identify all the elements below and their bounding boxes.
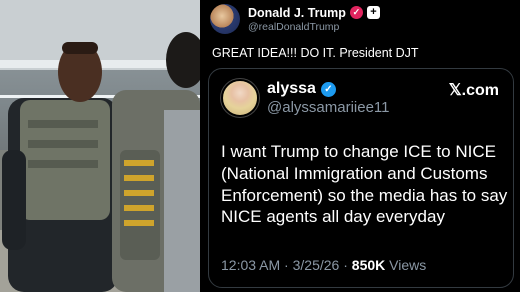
separator: · bbox=[284, 257, 289, 273]
video-frame-photo bbox=[0, 0, 200, 292]
quoted-post-date[interactable]: 3/25/26 bbox=[293, 257, 340, 273]
quoted-post-time[interactable]: 12:03 AM bbox=[221, 257, 280, 273]
verified-badge-icon: ✓ bbox=[349, 6, 363, 19]
post-text: GREAT IDEA!!! DO IT. President DJT bbox=[212, 46, 419, 60]
plus-icon[interactable]: + bbox=[366, 6, 380, 19]
scene-illustration bbox=[0, 0, 200, 292]
quoted-post-footer: 12:03 AM · 3/25/26 · 850K Views bbox=[221, 257, 426, 273]
author-meta: Donald J. Trump ✓ + @realDonaldTrump bbox=[248, 6, 380, 33]
separator: · bbox=[343, 257, 348, 273]
quoted-verified-badge-icon: ✓ bbox=[320, 81, 336, 97]
views-count: 850K bbox=[351, 257, 386, 273]
author-name-line: Donald J. Trump ✓ + bbox=[248, 6, 380, 20]
author-avatar[interactable] bbox=[210, 4, 240, 34]
post-header: Donald J. Trump ✓ + @realDonaldTrump bbox=[210, 2, 380, 36]
x-logo-icon: 𝕏.com bbox=[448, 82, 499, 99]
author-name[interactable]: Donald J. Trump bbox=[248, 6, 346, 20]
quoted-author-name-line: alyssa ✓ bbox=[267, 80, 336, 98]
post-panel: Donald J. Trump ✓ + @realDonaldTrump GRE… bbox=[200, 0, 520, 292]
quoted-author-handle[interactable]: @alyssamariiee11 bbox=[267, 99, 390, 116]
quoted-post-card[interactable]: alyssa ✓ @alyssamariiee11 𝕏.com I want T… bbox=[208, 68, 514, 288]
quoted-post-text: I want Trump to change ICE to NICE (Nati… bbox=[221, 142, 508, 227]
quoted-author-name[interactable]: alyssa bbox=[267, 80, 316, 98]
author-handle[interactable]: @realDonaldTrump bbox=[248, 21, 380, 33]
views-label: Views bbox=[389, 257, 427, 273]
quoted-author-avatar[interactable] bbox=[220, 78, 260, 118]
